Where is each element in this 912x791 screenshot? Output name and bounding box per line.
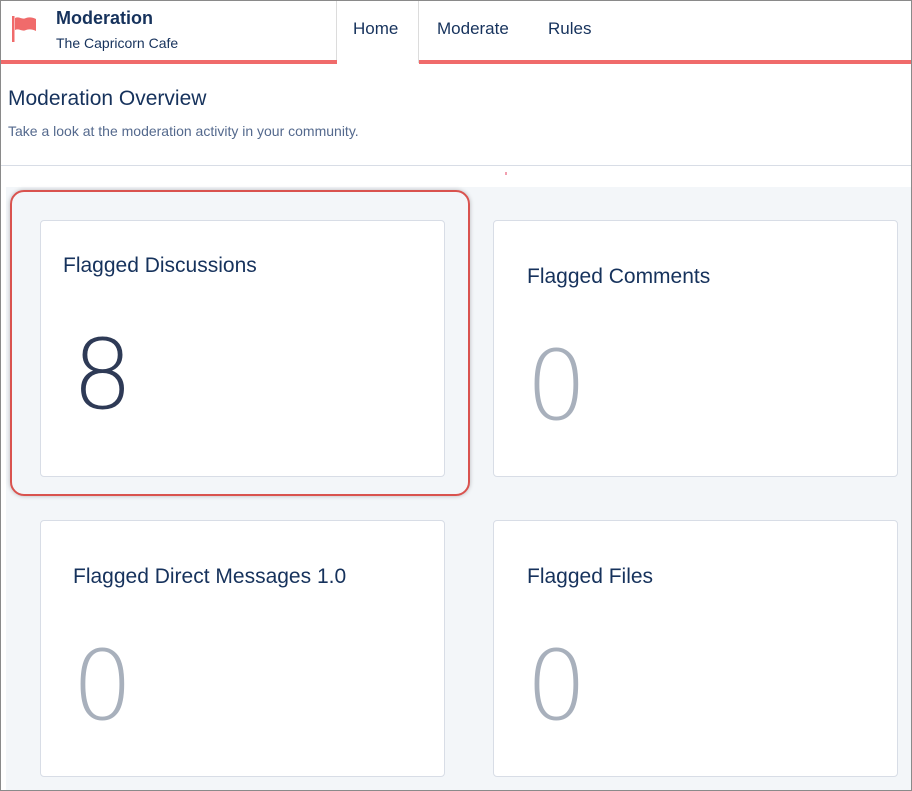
page-subtitle: Take a look at the moderation activity i…: [8, 123, 359, 139]
tab-divider: [336, 1, 337, 63]
card-count: 0: [72, 630, 134, 742]
community-name: The Capricorn Cafe: [56, 35, 179, 51]
page-title: Moderation Overview: [8, 87, 207, 110]
app-header: Moderation The Capricorn Cafe Home Moder…: [1, 1, 911, 65]
header-accent-line: [1, 60, 337, 64]
card-flagged-direct-messages[interactable]: Flagged Direct Messages 1.0 0: [40, 520, 445, 777]
divider: [1, 165, 911, 166]
card-title: Flagged Comments: [527, 265, 711, 288]
tab-rules[interactable]: Rules: [548, 19, 591, 39]
flag-icon: [12, 16, 36, 42]
card-count: 8: [72, 319, 134, 431]
header-accent-line: [419, 60, 911, 64]
card-count: 0: [526, 630, 588, 742]
decorative-dot: [505, 172, 507, 175]
tab-divider: [418, 1, 419, 63]
card-flagged-files[interactable]: Flagged Files 0: [493, 520, 898, 777]
card-title: Flagged Discussions: [63, 254, 257, 277]
app-window: Moderation The Capricorn Cafe Home Moder…: [0, 0, 912, 791]
card-title: Flagged Direct Messages 1.0: [73, 565, 347, 588]
card-count: 0: [526, 330, 588, 442]
card-flagged-discussions[interactable]: Flagged Discussions 8: [40, 220, 445, 477]
tab-home[interactable]: Home: [353, 19, 398, 39]
app-title: Moderation: [56, 8, 153, 28]
card-title: Flagged Files: [527, 565, 654, 588]
card-flagged-comments[interactable]: Flagged Comments 0: [493, 220, 898, 477]
tab-moderate[interactable]: Moderate: [437, 19, 509, 39]
